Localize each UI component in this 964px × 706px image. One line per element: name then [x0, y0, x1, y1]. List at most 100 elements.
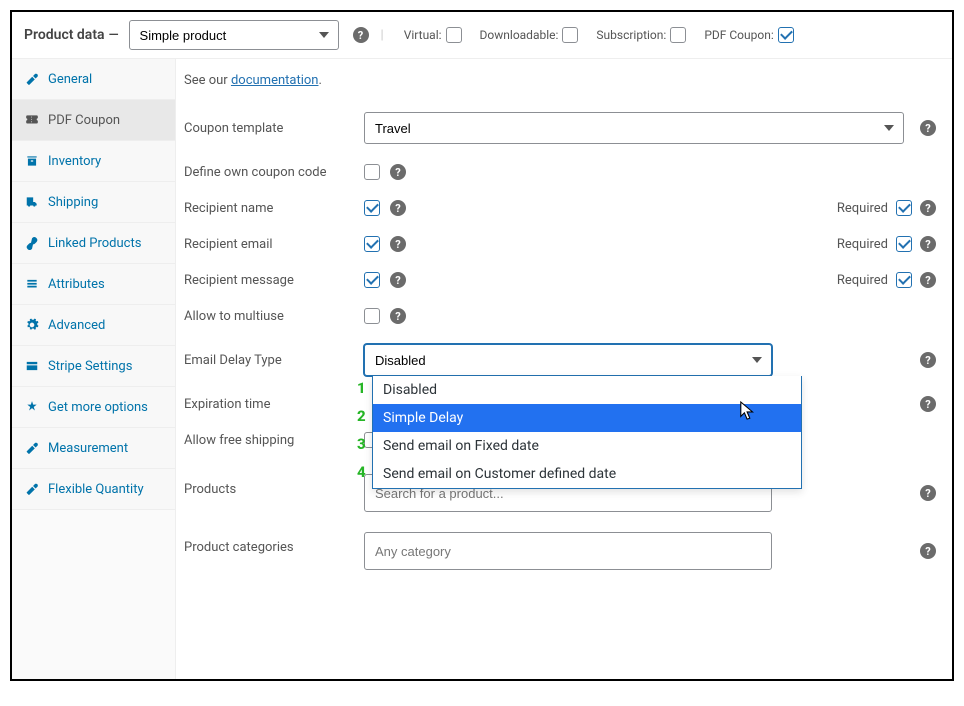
header-options: Virtual: Downloadable: Subscription: PDF… [404, 27, 940, 43]
plus-icon [24, 399, 40, 415]
pdf-coupon-option: PDF Coupon: [704, 27, 793, 43]
tab-measurement[interactable]: Measurement [12, 428, 175, 469]
row-coupon-template: Coupon template ? [184, 102, 936, 154]
list-icon [24, 276, 40, 292]
required-label: Required [837, 237, 888, 252]
dropdown-option-disabled[interactable]: 1 Disabled [373, 376, 801, 404]
recipient-email-required: Required ? [837, 236, 936, 252]
required-label: Required [837, 273, 888, 288]
recipient-message-label: Recipient message [184, 273, 364, 288]
gear-icon [24, 317, 40, 333]
tab-stripe-settings[interactable]: Stripe Settings [12, 346, 175, 387]
card-icon [24, 358, 40, 374]
tab-attributes[interactable]: Attributes [12, 264, 175, 305]
tab-label: Measurement [48, 441, 128, 456]
option-label: Disabled [383, 382, 437, 398]
coupon-template-control: ? [364, 112, 936, 144]
tab-label: Shipping [48, 195, 98, 210]
help-icon[interactable]: ? [390, 200, 406, 216]
email-delay-label: Email Delay Type [184, 353, 364, 368]
product-type-select-wrapper [129, 20, 339, 50]
tab-label: Attributes [48, 277, 105, 292]
subscription-option: Subscription: [596, 27, 686, 43]
help-icon[interactable]: ? [390, 236, 406, 252]
tab-general[interactable]: General [12, 59, 175, 100]
tab-label: Flexible Quantity [48, 482, 144, 497]
recipient-email-checkbox[interactable] [364, 236, 380, 252]
tab-label: PDF Coupon [48, 113, 120, 128]
virtual-checkbox[interactable] [446, 27, 462, 43]
product-categories-input[interactable] [364, 532, 772, 570]
row-recipient-email: Recipient email ? Required ? [184, 226, 936, 262]
tab-inventory[interactable]: Inventory [12, 141, 175, 182]
wrench-icon [24, 481, 40, 497]
recipient-message-required-checkbox[interactable] [896, 272, 912, 288]
option-label: Simple Delay [383, 410, 463, 426]
help-icon[interactable]: ? [920, 120, 936, 136]
product-categories-label: Product categories [184, 532, 364, 555]
products-label: Products [184, 474, 364, 497]
subscription-label: Subscription: [596, 28, 666, 42]
row-recipient-message: Recipient message ? Required ? [184, 262, 936, 298]
help-icon[interactable]: ? [920, 236, 936, 252]
separator: | [381, 28, 384, 43]
product-data-panel: Product data — ? | Virtual: Downloadable… [10, 10, 954, 681]
annotation-number: 3 [357, 435, 366, 453]
row-recipient-name: Recipient name ? Required ? [184, 190, 936, 226]
tab-shipping[interactable]: Shipping [12, 182, 175, 223]
tab-flexible-quantity[interactable]: Flexible Quantity [12, 469, 175, 510]
virtual-label: Virtual: [404, 28, 442, 42]
coupon-template-select[interactable] [364, 112, 904, 144]
row-define-own-code: Define own coupon code ? [184, 154, 936, 190]
row-product-categories: Product categories ? [184, 522, 936, 580]
help-icon[interactable]: ? [920, 200, 936, 216]
title-dash: — [109, 28, 119, 43]
email-delay-select[interactable] [364, 344, 772, 376]
tab-label: General [48, 72, 92, 87]
help-icon[interactable]: ? [920, 272, 936, 288]
help-icon[interactable]: ? [390, 308, 406, 324]
expiration-time-label: Expiration time [184, 397, 364, 412]
tab-advanced[interactable]: Advanced [12, 305, 175, 346]
tab-pdf-coupon[interactable]: PDF Coupon [12, 100, 175, 141]
recipient-email-required-checkbox[interactable] [896, 236, 912, 252]
pdf-coupon-label: PDF Coupon: [704, 28, 773, 42]
virtual-option: Virtual: [404, 27, 462, 43]
tab-get-more[interactable]: Get more options [12, 387, 175, 428]
help-icon[interactable]: ? [920, 352, 936, 368]
help-icon[interactable]: ? [920, 543, 936, 559]
help-icon[interactable]: ? [390, 164, 406, 180]
product-type-select[interactable] [129, 20, 339, 50]
recipient-name-checkbox[interactable] [364, 200, 380, 216]
downloadable-checkbox[interactable] [562, 27, 578, 43]
tab-label: Advanced [48, 318, 105, 333]
recipient-message-required: Required ? [837, 272, 936, 288]
subscription-checkbox[interactable] [670, 27, 686, 43]
dropdown-option-fixed-date[interactable]: 3 Send email on Fixed date [373, 432, 801, 460]
wrench-icon [24, 440, 40, 456]
documentation-link[interactable]: documentation [231, 73, 319, 88]
email-delay-zone: Email Delay Type ? Expiration time ? [184, 334, 936, 458]
recipient-name-required-checkbox[interactable] [896, 200, 912, 216]
ticket-icon [24, 112, 40, 128]
tab-label: Inventory [48, 154, 101, 169]
tab-label: Linked Products [48, 236, 141, 251]
recipient-message-checkbox[interactable] [364, 272, 380, 288]
help-icon[interactable]: ? [920, 396, 936, 412]
recipient-name-label: Recipient name [184, 201, 364, 216]
tab-label: Get more options [48, 400, 148, 415]
row-allow-multiuse: Allow to multiuse ? [184, 298, 936, 334]
pdf-coupon-checkbox[interactable] [778, 27, 794, 43]
help-icon[interactable]: ? [353, 27, 369, 43]
help-icon[interactable]: ? [390, 272, 406, 288]
allow-multiuse-checkbox[interactable] [364, 308, 380, 324]
define-own-checkbox[interactable] [364, 164, 380, 180]
dropdown-option-customer-date[interactable]: 4 Send email on Customer defined date [373, 460, 801, 488]
dropdown-option-simple-delay[interactable]: 2 Simple Delay [373, 404, 801, 432]
allow-free-shipping-label: Allow free shipping [184, 433, 364, 448]
panel-header: Product data — ? | Virtual: Downloadable… [12, 12, 952, 59]
annotation-number: 1 [357, 379, 366, 397]
wrench-icon [24, 71, 40, 87]
tab-linked-products[interactable]: Linked Products [12, 223, 175, 264]
help-icon[interactable]: ? [920, 485, 936, 501]
